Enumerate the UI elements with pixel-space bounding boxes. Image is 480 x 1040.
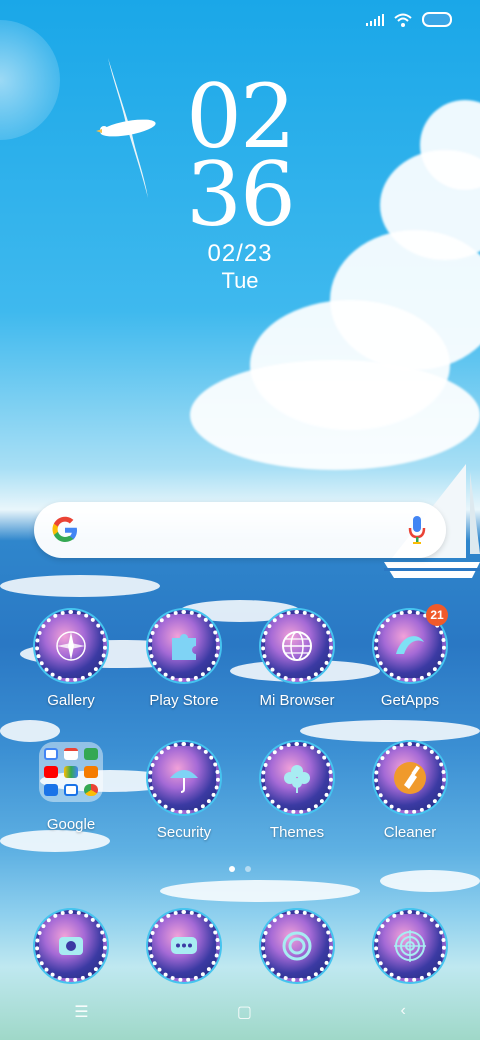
message-icon [171,937,197,954]
wifi-icon [394,13,412,27]
google-logo-icon [52,516,77,542]
play-music-icon [84,766,98,778]
app-icon-frame [261,742,333,814]
youtube-icon [44,766,58,778]
app-mi-browser[interactable]: Mi Browser [241,610,353,709]
clock-widget[interactable]: 02 36 [0,73,480,246]
app-icon-frame [148,910,220,982]
app-label: Play Store [149,692,219,709]
compass-icon [56,631,86,661]
drive-icon [64,766,78,778]
signal-icon [366,13,384,26]
app-icon-frame [374,910,446,982]
puzzle-icon [172,634,196,660]
dock-radar[interactable] [354,910,466,982]
wave [380,870,480,892]
clock-day: Tue [221,268,259,293]
app-icon-frame [261,910,333,982]
app-icon-frame [261,610,333,682]
folder-icon [39,742,103,802]
duo-icon [44,784,58,796]
status-bar [366,12,452,27]
app-icon-frame [148,610,220,682]
chrome-icon [84,784,98,796]
dock-camera[interactable] [241,910,353,982]
maps-icon [84,748,98,760]
app-gallery[interactable]: Gallery [15,610,127,709]
dock-messages[interactable] [128,910,240,982]
menu-icon[interactable]: ☰ [74,1002,88,1022]
app-getapps[interactable]: 21 GetApps [354,604,466,709]
gmail-icon [64,748,78,760]
app-icon-frame [148,742,220,814]
app-label: GetApps [380,692,440,709]
app-play-store[interactable]: Play Store [128,610,240,709]
app-label: Cleaner [383,824,437,841]
notification-badge: 21 [426,604,448,626]
wave-icon [396,636,424,654]
camera-icon [282,931,312,961]
clock-date: 02/23 [207,240,273,267]
app-label: Gallery [47,692,95,709]
clover-icon [284,765,310,793]
page-indicator [0,866,480,872]
app-themes[interactable]: Themes [241,742,353,841]
app-icon-frame [374,742,446,814]
google-app-icon [44,748,58,760]
app-label: Themes [269,824,325,841]
radar-icon [394,930,426,962]
google-search-bar[interactable] [34,502,446,558]
home-icon[interactable]: ▢ [237,1002,252,1022]
app-icon-frame: 21 [374,604,448,682]
wave [0,575,160,597]
app-cleaner[interactable]: Cleaner [354,742,466,841]
app-label: Google [46,816,96,833]
wave [160,880,360,902]
back-icon[interactable]: ‹ [400,1002,405,1022]
page-dot-active[interactable] [229,866,235,872]
clock-minutes: 36 [186,143,296,246]
dock-phone[interactable] [15,910,127,982]
folder-google[interactable]: Google [15,742,127,833]
app-label: Security [156,824,212,841]
wave [0,830,110,852]
app-icon-frame [35,910,107,982]
wave [0,720,60,742]
app-label: Mi Browser [259,692,335,709]
mic-icon[interactable] [408,516,426,544]
app-icon-frame [35,610,107,682]
page-dot[interactable] [245,866,251,872]
globe-icon [282,631,312,661]
phone-icon [59,937,83,955]
navigation-bar: ☰ ▢ ‹ [0,1002,480,1022]
app-security[interactable]: Security [128,742,240,841]
battery-icon [422,12,452,27]
umbrella-icon [170,770,198,793]
cloud [190,360,480,470]
brush-icon [394,762,426,794]
photos-icon [64,784,78,796]
wave [300,720,480,742]
